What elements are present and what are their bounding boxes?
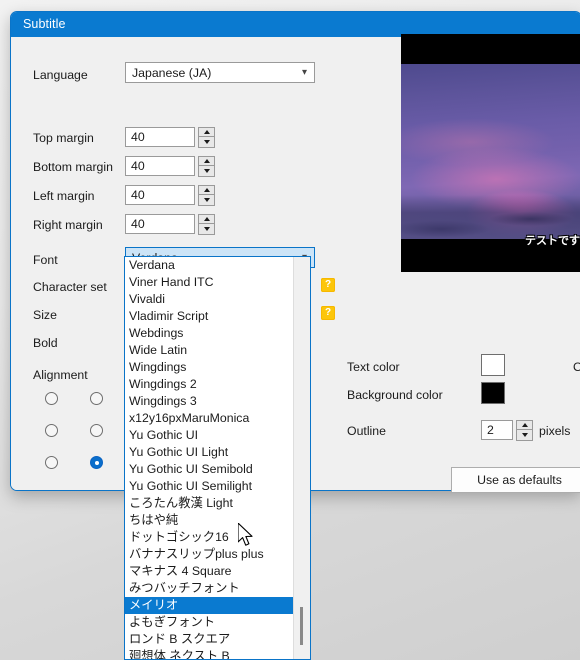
font-option[interactable]: よもぎフォント: [125, 614, 295, 631]
help-icon-character-set[interactable]: ?: [321, 278, 335, 292]
outline-label: Outline: [347, 424, 386, 438]
font-dropdown-scrollbar[interactable]: [293, 257, 310, 659]
right-margin-label: Right margin: [33, 218, 103, 232]
bottom-margin-stepper[interactable]: [198, 156, 215, 177]
language-combo-value: Japanese (JA): [132, 66, 212, 80]
video-preview: テストです: [401, 34, 580, 272]
font-label: Font: [33, 253, 58, 267]
background-color-label: Background color: [347, 388, 443, 402]
right-margin-stepper-up[interactable]: [198, 214, 215, 224]
font-option[interactable]: Yu Gothic UI Semibold: [125, 461, 295, 478]
font-option[interactable]: Yu Gothic UI: [125, 427, 295, 444]
right-margin-stepper[interactable]: [198, 214, 215, 235]
outline-color-label: Ou: [573, 360, 580, 374]
font-option[interactable]: ドットゴシック16: [125, 529, 295, 546]
language-label: Language: [33, 68, 88, 82]
preview-frame-image: [401, 64, 580, 239]
right-margin-stepper-down[interactable]: [198, 224, 215, 235]
alignment-radio-1[interactable]: [90, 392, 103, 405]
outline-input[interactable]: 2: [481, 420, 513, 440]
top-margin-stepper-down[interactable]: [198, 137, 215, 148]
text-color-label: Text color: [347, 360, 400, 374]
left-margin-stepper[interactable]: [198, 185, 215, 206]
bottom-margin-stepper-up[interactable]: [198, 156, 215, 166]
outline-stepper[interactable]: [516, 420, 533, 441]
font-option[interactable]: Wingdings 2: [125, 376, 295, 393]
help-icon-size[interactable]: ?: [321, 306, 335, 320]
left-margin-label: Left margin: [33, 189, 95, 203]
top-margin-stepper-up[interactable]: [198, 127, 215, 137]
font-option[interactable]: Yu Gothic UI Semilight: [125, 478, 295, 495]
text-color-swatch[interactable]: [481, 354, 505, 376]
bottom-margin-label: Bottom margin: [33, 160, 113, 174]
font-option[interactable]: Webdings: [125, 325, 295, 342]
character-set-label: Character set: [33, 280, 107, 294]
bottom-margin-input[interactable]: 40: [125, 156, 195, 176]
screen: Subtitle Language Japanese (JA) ▾ Top ma…: [0, 0, 580, 660]
outline-units-label: pixels: [539, 424, 571, 438]
font-option[interactable]: x12y16pxMaruMonica: [125, 410, 295, 427]
bold-label: Bold: [33, 336, 58, 350]
alignment-radio-3[interactable]: [45, 424, 58, 437]
font-option[interactable]: メイリオ: [125, 597, 295, 614]
language-combo[interactable]: Japanese (JA) ▾: [125, 62, 315, 83]
font-option[interactable]: みつバッチフォント: [125, 580, 295, 597]
bottom-margin-stepper-down[interactable]: [198, 166, 215, 177]
alignment-radio-6[interactable]: [45, 456, 58, 469]
scrollbar-thumb[interactable]: [300, 607, 303, 645]
top-margin-input[interactable]: 40: [125, 127, 195, 147]
font-option[interactable]: バナナスリップplus plus: [125, 546, 295, 563]
chevron-down-icon: ▾: [301, 67, 307, 78]
font-option[interactable]: 廻想体 ネクスト B: [125, 648, 295, 659]
font-dropdown-items: Verdana Viner Hand ITC Vivaldi Vladimir Scr…: [125, 257, 295, 659]
top-margin-label: Top margin: [33, 131, 94, 145]
outline-stepper-down[interactable]: [516, 430, 533, 441]
alignment-radio-0[interactable]: [45, 392, 58, 405]
font-option[interactable]: ロンド B スクエア: [125, 631, 295, 648]
use-as-defaults-button[interactable]: Use as defaults: [451, 467, 580, 493]
left-margin-stepper-up[interactable]: [198, 185, 215, 195]
alignment-label: Alignment: [33, 368, 88, 382]
left-margin-input[interactable]: 40: [125, 185, 195, 205]
size-label: Size: [33, 308, 57, 322]
preview-subtitle-text: テストです: [525, 235, 580, 247]
font-option[interactable]: Vivaldi: [125, 291, 295, 308]
top-margin-stepper[interactable]: [198, 127, 215, 148]
left-margin-stepper-down[interactable]: [198, 195, 215, 206]
font-option[interactable]: Wingdings: [125, 359, 295, 376]
dialog-title: Subtitle: [23, 17, 66, 31]
alignment-radio-7[interactable]: [90, 456, 103, 469]
font-option[interactable]: Wide Latin: [125, 342, 295, 359]
right-margin-input[interactable]: 40: [125, 214, 195, 234]
font-option[interactable]: Yu Gothic UI Light: [125, 444, 295, 461]
font-option[interactable]: ちはや純: [125, 512, 295, 529]
background-color-swatch[interactable]: [481, 382, 505, 404]
font-option[interactable]: Wingdings 3: [125, 393, 295, 410]
font-option[interactable]: Viner Hand ITC: [125, 274, 295, 291]
font-option[interactable]: Vladimir Script: [125, 308, 295, 325]
outline-stepper-up[interactable]: [516, 420, 533, 430]
font-option[interactable]: ころたん教漢 Light: [125, 495, 295, 512]
font-option[interactable]: Verdana: [125, 257, 295, 274]
alignment-radio-4[interactable]: [90, 424, 103, 437]
font-option[interactable]: マキナス 4 Square: [125, 563, 295, 580]
font-dropdown-list[interactable]: Verdana Viner Hand ITC Vivaldi Vladimir Scr…: [124, 256, 311, 660]
